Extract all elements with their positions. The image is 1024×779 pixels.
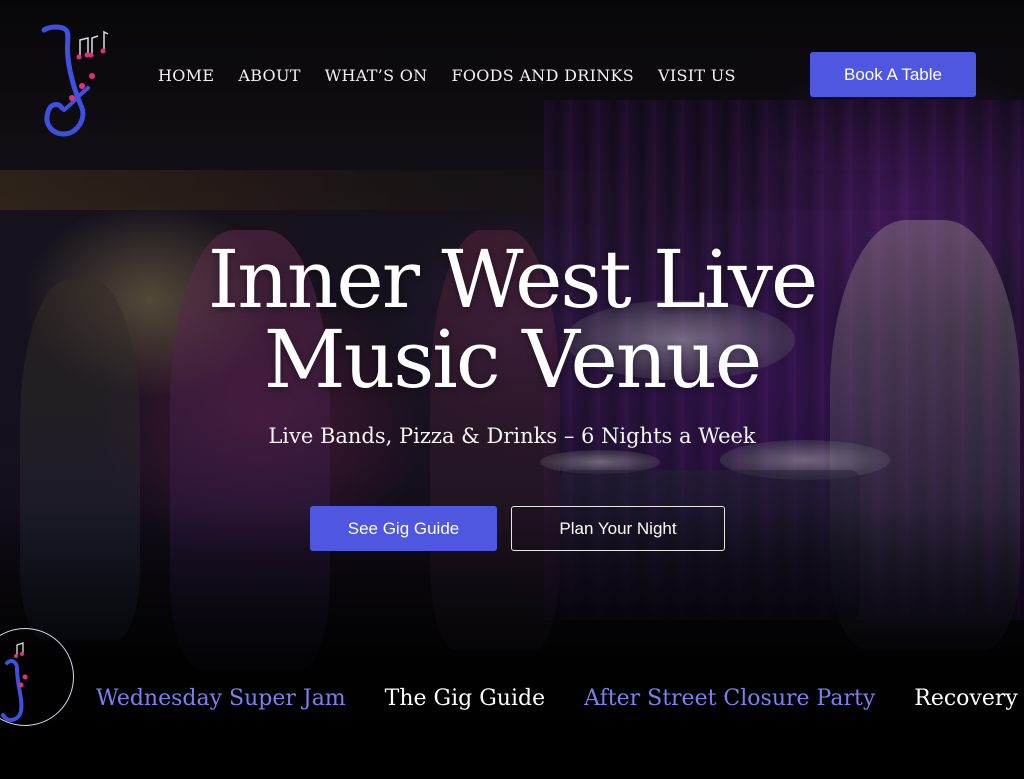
nav-home[interactable]: HOME [158,66,214,85]
see-gig-guide-button[interactable]: See Gig Guide [310,506,497,551]
events-ticker: Wednesday Super Jam The Gig Guide After … [96,686,1024,711]
hero-title: Inner West Live Music Venue [0,240,1024,400]
ticker-item-wednesday-super-jam[interactable]: Wednesday Super Jam [96,686,346,711]
hero-title-line2: Music Venue [263,313,762,406]
main-nav: HOME ABOUT WHAT’S ON FOODS AND DRINKS VI… [158,66,760,85]
saxophone-logo-icon[interactable] [36,24,112,140]
nav-about[interactable]: ABOUT [238,66,300,85]
ticker-item-gig-guide[interactable]: The Gig Guide [385,686,545,711]
nav-visit-us[interactable]: VISIT US [658,66,736,85]
ticker-item-recovery[interactable]: Recovery for t [914,686,1024,711]
book-table-button[interactable]: Book A Table [810,52,976,97]
nav-whats-on[interactable]: WHAT’S ON [325,66,428,85]
plan-your-night-button[interactable]: Plan Your Night [511,506,725,551]
nav-foods-and-drinks[interactable]: FOODS AND DRINKS [451,66,634,85]
ticker-item-after-street-closure-party[interactable]: After Street Closure Party [584,686,875,711]
hero-section: HOME ABOUT WHAT’S ON FOODS AND DRINKS VI… [0,0,1024,779]
hero-subtitle: Live Bands, Pizza & Drinks – 6 Nights a … [268,424,756,448]
